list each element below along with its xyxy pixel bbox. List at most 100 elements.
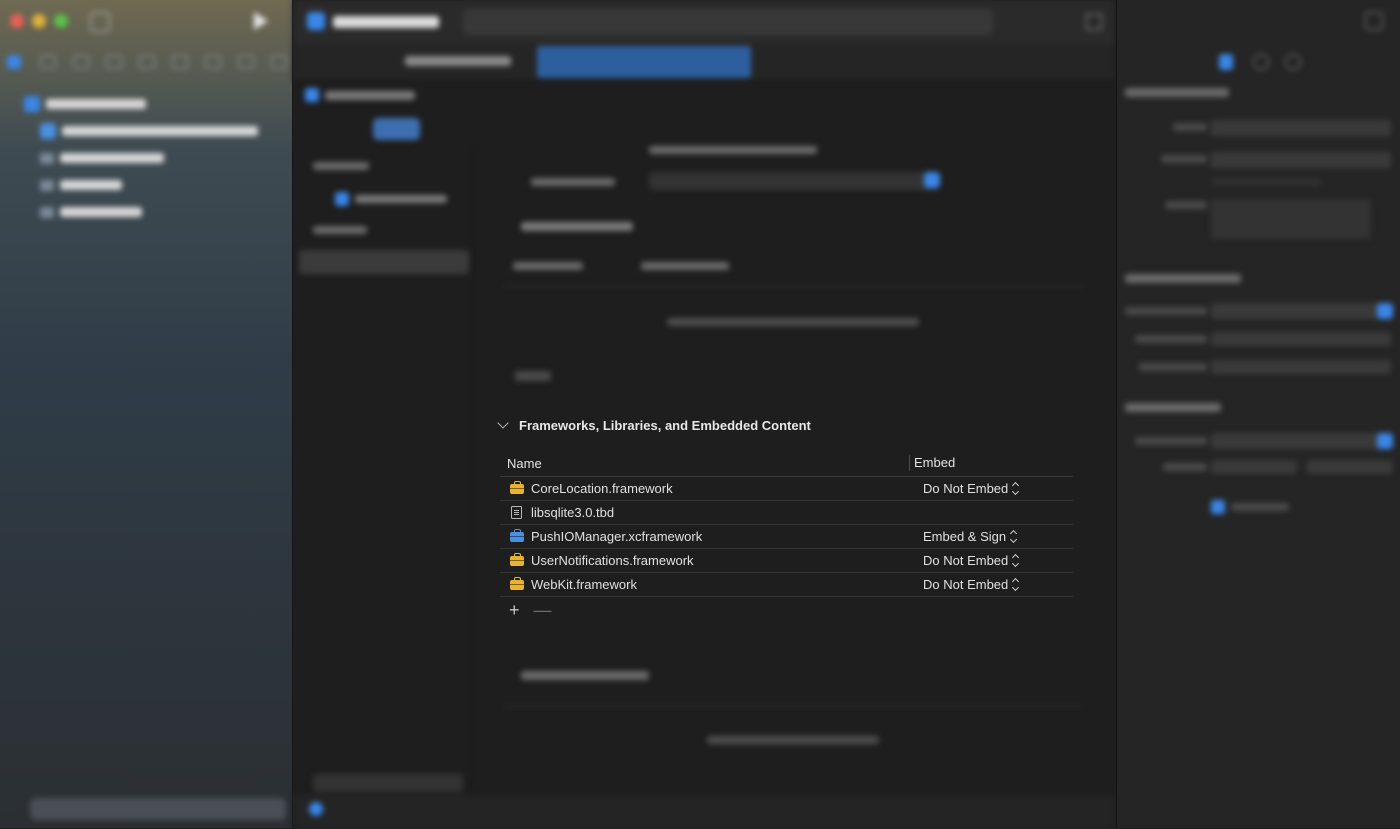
inspector-panel — [1116, 0, 1400, 828]
table-row[interactable]: UserNotifications.framework Do Not Embed — [500, 549, 1073, 573]
indent-using-popup[interactable] — [1211, 433, 1389, 449]
target-item-selected[interactable] — [299, 250, 469, 274]
framework-name: WebKit.framework — [531, 577, 637, 592]
bookmark-icon[interactable] — [73, 55, 89, 69]
folder-icon — [40, 179, 54, 191]
add-framework-button[interactable]: + — [509, 600, 520, 621]
remove-framework-button[interactable]: — — [534, 600, 552, 621]
editor-tab-bar — [293, 44, 1115, 81]
embed-popup-button[interactable]: Do Not Embed — [912, 481, 1073, 496]
activity-viewer — [463, 9, 993, 35]
project-format-popup[interactable] — [1211, 303, 1389, 319]
tab-build-rules[interactable] — [851, 118, 904, 140]
text-settings-header — [1125, 403, 1221, 412]
project-icon — [24, 96, 40, 112]
framework-name: CoreLocation.framework — [531, 481, 673, 496]
frameworks-section: Frameworks, Libraries, and Embedded Cont… — [495, 412, 1080, 623]
find-icon[interactable] — [106, 55, 122, 69]
navigator-filter-field[interactable] — [30, 798, 286, 820]
breadcrumb-project-icon[interactable] — [305, 88, 319, 102]
framework-name: PushIOManager.xcframework — [531, 529, 703, 544]
frameworks-table: Name Embed CoreLocation.framework Do Not… — [500, 450, 1073, 623]
tab-resource-tags[interactable] — [552, 118, 622, 140]
tab-build-settings[interactable] — [692, 118, 755, 140]
launch-screen-field[interactable] — [649, 172, 939, 190]
toolbox-icon — [510, 576, 524, 590]
minimize-window-button[interactable] — [32, 14, 46, 28]
tree-item-group[interactable] — [40, 147, 164, 169]
targets-panel — [293, 150, 474, 792]
file-inspector-icon[interactable] — [1219, 54, 1233, 70]
inspector-toggle-icon[interactable] — [1365, 12, 1383, 30]
tab-project-settings[interactable] — [537, 46, 751, 78]
sidebar-toggle-icon[interactable] — [90, 12, 110, 32]
embed-popup-button[interactable]: Do Not Embed — [912, 553, 1073, 568]
frameworks-section-header[interactable]: Frameworks, Libraries, and Embedded Cont… — [495, 412, 1080, 438]
breadcrumb[interactable] — [325, 91, 415, 100]
history-inspector-icon[interactable] — [1253, 54, 1269, 70]
project-navigator-icon[interactable] — [7, 55, 21, 69]
embed-value: Embed & Sign — [923, 529, 1007, 544]
frameworks-table-header: Name Embed — [500, 450, 1073, 477]
tree-item-products[interactable] — [40, 174, 122, 196]
toolbox-icon — [40, 123, 56, 139]
tree-item-xcframework[interactable] — [40, 120, 258, 142]
column-header-embed[interactable]: Embed — [909, 455, 1073, 471]
breakpoints-icon[interactable] — [238, 55, 254, 69]
table-row[interactable]: PushIOManager.xcframework Embed & Sign — [500, 525, 1073, 549]
toolbox-icon — [510, 528, 524, 542]
location-field[interactable] — [1211, 152, 1391, 168]
zoom-window-button[interactable] — [54, 14, 68, 28]
frameworks-table-footer: + — — [500, 597, 1073, 623]
help-inspector-icon[interactable] — [1285, 54, 1301, 70]
chevron-up-down-icon — [1012, 553, 1020, 568]
table-row[interactable]: libsqlite3.0.tbd — [500, 501, 1073, 525]
close-window-button[interactable] — [10, 14, 24, 28]
tests-icon[interactable] — [172, 55, 188, 69]
frameworks-section-title: Frameworks, Libraries, and Embedded Cont… — [519, 417, 811, 433]
indent-width-stepper[interactable] — [1307, 460, 1393, 474]
project-icon — [335, 192, 349, 206]
tab-general[interactable] — [373, 118, 420, 140]
launch-screen-popup-button[interactable] — [924, 172, 940, 188]
issues-icon[interactable] — [139, 55, 155, 69]
organization-field[interactable] — [1211, 332, 1391, 346]
run-icon[interactable] — [254, 12, 268, 30]
chevron-up-down-icon — [1012, 577, 1020, 592]
tree-item-frameworks[interactable] — [40, 201, 142, 223]
table-row[interactable]: CoreLocation.framework Do Not Embed — [500, 477, 1073, 501]
embed-popup-button[interactable]: Embed & Sign — [912, 529, 1073, 544]
column-header-name[interactable]: Name — [500, 456, 909, 471]
table-row[interactable]: WebKit.framework Do Not Embed — [500, 573, 1073, 597]
chevron-up-down-icon — [1010, 529, 1018, 544]
source-control-icon[interactable] — [40, 55, 56, 69]
library-icon[interactable] — [1086, 14, 1102, 30]
toolbox-icon — [510, 480, 524, 494]
window-toolbar — [293, 0, 1115, 45]
tree-item-project[interactable] — [24, 93, 146, 115]
class-prefix-field[interactable] — [1211, 360, 1391, 374]
tab-info[interactable] — [640, 118, 673, 140]
name-field[interactable] — [1211, 120, 1391, 136]
tab-file[interactable] — [405, 56, 511, 66]
project-document-header — [1125, 274, 1241, 283]
debug-icon[interactable] — [205, 55, 221, 69]
chevron-down-icon[interactable] — [497, 417, 509, 429]
status-icon — [309, 802, 323, 816]
project-item[interactable] — [355, 195, 447, 203]
tab-width-stepper[interactable] — [1211, 460, 1297, 474]
embed-value: Do Not Embed — [923, 481, 1009, 496]
folder-icon — [40, 152, 54, 164]
targets-filter-field[interactable] — [313, 774, 463, 792]
embed-value: Do Not Embed — [923, 577, 1009, 592]
supported-intents-header — [521, 222, 633, 231]
full-path-text — [1211, 199, 1371, 239]
wrap-lines-checkbox[interactable] — [1211, 500, 1225, 514]
reports-icon[interactable] — [271, 55, 287, 69]
project-navigator — [0, 0, 293, 828]
embed-popup-button[interactable]: Do Not Embed — [912, 577, 1073, 592]
scheme-name[interactable] — [333, 16, 439, 28]
tab-build-phases[interactable] — [773, 118, 833, 140]
framework-name: UserNotifications.framework — [531, 553, 694, 568]
tab-signing[interactable] — [438, 118, 535, 140]
